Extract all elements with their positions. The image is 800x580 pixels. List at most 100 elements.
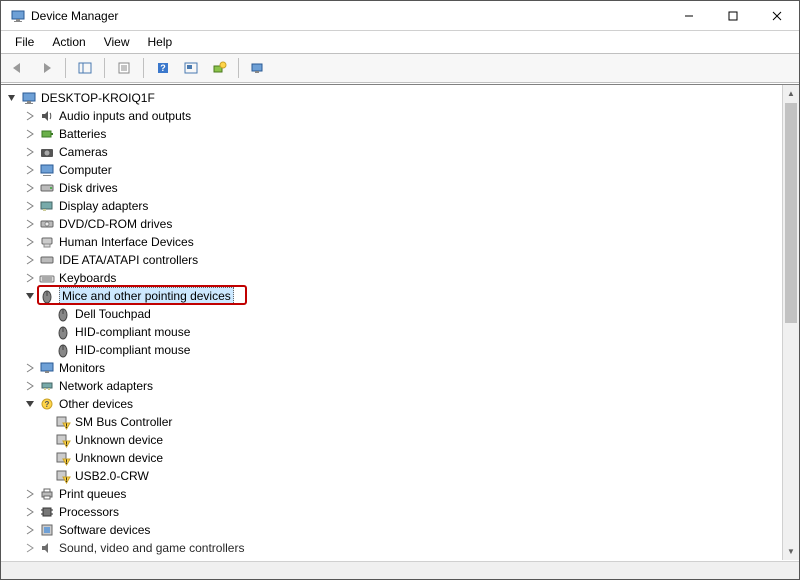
chevron-right-icon[interactable] [23,235,37,249]
chevron-right-icon[interactable] [23,217,37,231]
menu-view[interactable]: View [96,33,138,51]
toolbar-separator [65,58,66,78]
unknown-device-warning-icon: ! [55,414,71,430]
tree-item-cameras[interactable]: Cameras [5,143,782,161]
menu-help[interactable]: Help [140,33,181,51]
disk-icon [39,180,55,196]
vertical-scrollbar[interactable]: ▲ ▼ [782,85,799,560]
tree-item-audio[interactable]: Audio inputs and outputs [5,107,782,125]
tree-item-other-usb[interactable]: ! USB2.0-CRW [5,467,782,485]
tree-root[interactable]: DESKTOP-KROIQ1F [5,89,782,107]
menu-action[interactable]: Action [44,33,93,51]
chevron-right-icon[interactable] [23,379,37,393]
display-adapter-icon [39,198,55,214]
tree-item-computer[interactable]: Computer [5,161,782,179]
tree-item-other-sm[interactable]: ! SM Bus Controller [5,413,782,431]
window-title: Device Manager [31,9,667,23]
tree-item-keyboards[interactable]: Keyboards [5,269,782,287]
toolbar-separator [104,58,105,78]
monitor-icon [39,360,55,376]
unknown-device-warning-icon: ! [55,432,71,448]
unknown-device-warning-icon: ! [55,468,71,484]
tree-root-label: DESKTOP-KROIQ1F [41,90,155,106]
tree-item-other[interactable]: ? Other devices [5,395,782,413]
mouse-icon [55,342,71,358]
tree-item-monitors[interactable]: Monitors [5,359,782,377]
audio-icon [39,108,55,124]
scroll-down-arrow-icon[interactable]: ▼ [783,543,799,560]
chevron-right-icon[interactable] [23,163,37,177]
back-button[interactable] [5,56,31,80]
scroll-up-arrow-icon[interactable]: ▲ [783,85,799,102]
tree-item-mice[interactable]: Mice and other pointing devices [5,287,782,305]
svg-text:?: ? [45,400,50,409]
chevron-right-icon[interactable] [23,127,37,141]
menu-bar: File Action View Help [1,31,799,53]
svg-text:!: ! [66,424,68,430]
sound-icon [39,540,55,556]
mouse-icon [55,324,71,340]
tree-item-mice-hid2[interactable]: HID-compliant mouse [5,341,782,359]
status-bar [1,561,799,579]
tree-item-mice-dell[interactable]: Dell Touchpad [5,305,782,323]
maximize-button[interactable] [711,1,755,30]
camera-icon [39,144,55,160]
toolbar-separator [143,58,144,78]
computer-icon [39,162,55,178]
mouse-icon [39,288,55,304]
chevron-right-icon[interactable] [23,253,37,267]
tree-item-batteries[interactable]: Batteries [5,125,782,143]
chevron-right-icon[interactable] [23,181,37,195]
tree-item-display[interactable]: Display adapters [5,197,782,215]
tree-item-other-unk1[interactable]: ! Unknown device [5,431,782,449]
dvd-icon [39,216,55,232]
tree-item-other-unk2[interactable]: ! Unknown device [5,449,782,467]
tree-item-software[interactable]: Software devices [5,521,782,539]
tree-item-sound[interactable]: Sound, video and game controllers [5,539,782,557]
printer-icon [39,486,55,502]
chevron-right-icon[interactable] [23,271,37,285]
chevron-down-icon[interactable] [23,289,37,303]
tree-item-print[interactable]: Print queues [5,485,782,503]
tree-item-hid[interactable]: Human Interface Devices [5,233,782,251]
device-tree[interactable]: DESKTOP-KROIQ1F Audio inputs and outputs… [1,85,782,560]
devices-by-type-button[interactable] [245,56,271,80]
computer-icon [21,90,37,106]
tree-item-processors[interactable]: Processors [5,503,782,521]
chevron-right-icon[interactable] [23,523,37,537]
forward-button[interactable] [33,56,59,80]
chevron-right-icon[interactable] [23,505,37,519]
chevron-right-icon[interactable] [23,145,37,159]
tree-item-dvd[interactable]: DVD/CD-ROM drives [5,215,782,233]
expand-icon[interactable] [5,91,19,105]
svg-text:!: ! [66,478,68,484]
tree-item-ide[interactable]: IDE ATA/ATAPI controllers [5,251,782,269]
scan-hardware-button[interactable] [178,56,204,80]
chevron-right-icon[interactable] [23,109,37,123]
keyboard-icon [39,270,55,286]
battery-icon [39,126,55,142]
close-button[interactable] [755,1,799,30]
tree-item-disk[interactable]: Disk drives [5,179,782,197]
chevron-down-icon[interactable] [23,397,37,411]
svg-text:!: ! [66,442,68,448]
tree-item-network[interactable]: Network adapters [5,377,782,395]
chevron-right-icon[interactable] [23,361,37,375]
software-icon [39,522,55,538]
add-legacy-hardware-button[interactable] [206,56,232,80]
window-controls [667,1,799,30]
processor-icon [39,504,55,520]
toolbar-separator [238,58,239,78]
tree-item-mice-hid1[interactable]: HID-compliant mouse [5,323,782,341]
minimize-button[interactable] [667,1,711,30]
scrollbar-thumb[interactable] [785,103,797,323]
chevron-right-icon[interactable] [23,199,37,213]
chevron-right-icon[interactable] [23,487,37,501]
help-button[interactable]: ? [150,56,176,80]
show-hide-tree-button[interactable] [72,56,98,80]
device-tree-panel: DESKTOP-KROIQ1F Audio inputs and outputs… [1,84,799,560]
menu-file[interactable]: File [7,33,42,51]
properties-button[interactable] [111,56,137,80]
toolbar: ? [1,53,799,83]
chevron-right-icon[interactable] [23,541,37,555]
